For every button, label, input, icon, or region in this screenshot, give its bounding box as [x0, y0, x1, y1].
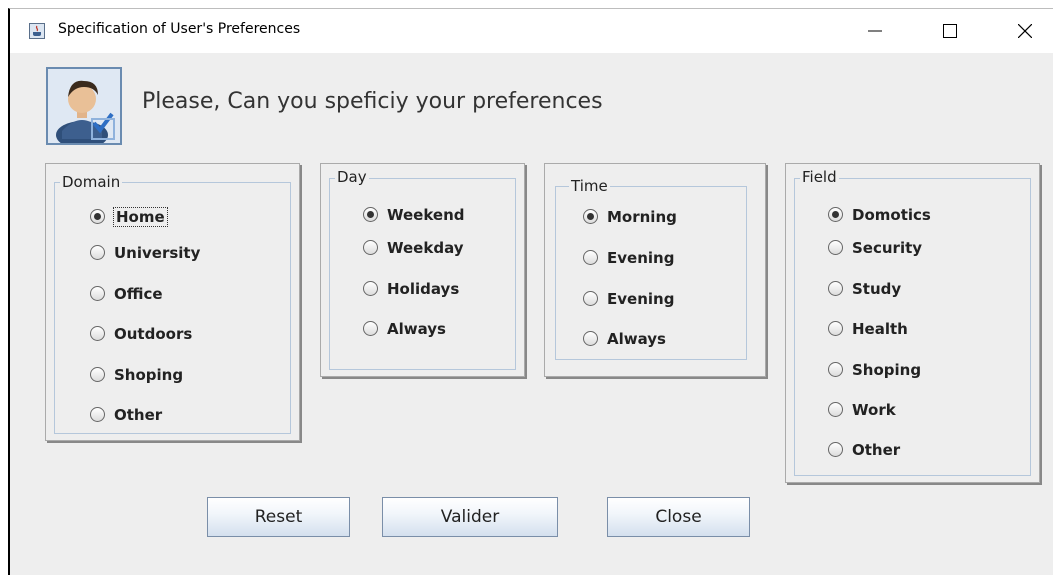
preferences-window: Specification of User's Preferences Plea…: [8, 8, 1053, 575]
radio-weekday[interactable]: Weekday: [363, 239, 464, 257]
radio-icon: [828, 442, 843, 457]
domain-legend: Domain: [60, 173, 123, 191]
minimize-button[interactable]: [850, 9, 900, 53]
radio-office[interactable]: Office: [90, 285, 163, 303]
radio-icon: [90, 326, 105, 341]
radio-icon: [363, 281, 378, 296]
reset-button[interactable]: Reset: [207, 497, 350, 537]
radio-morning[interactable]: Morning: [583, 208, 677, 226]
radio-selected-icon: [828, 207, 843, 222]
radio-icon: [828, 402, 843, 417]
radio-work[interactable]: Work: [828, 401, 896, 419]
radio-university[interactable]: University: [90, 244, 200, 262]
radio-icon: [363, 240, 378, 255]
time-legend: Time: [569, 177, 610, 195]
title-bar: Specification of User's Preferences: [10, 9, 1053, 53]
radio-icon: [90, 286, 105, 301]
close-icon: [1018, 24, 1032, 38]
radio-health[interactable]: Health: [828, 320, 908, 338]
radio-other-field[interactable]: Other: [828, 441, 900, 459]
java-icon: [29, 23, 45, 39]
radio-icon: [583, 291, 598, 306]
radio-always[interactable]: Always: [363, 320, 446, 338]
radio-holidays[interactable]: Holidays: [363, 280, 459, 298]
radio-evening[interactable]: Evening: [583, 249, 674, 267]
radio-icon: [828, 321, 843, 336]
close-dialog-button[interactable]: Close: [607, 497, 750, 537]
radio-weekend[interactable]: Weekend: [363, 206, 465, 224]
time-panel: Time Morning Evening Evening Always: [544, 163, 766, 377]
radio-icon: [828, 362, 843, 377]
radio-shoping-field[interactable]: Shoping: [828, 361, 921, 379]
radio-home[interactable]: Home: [90, 207, 168, 227]
user-check-icon: [46, 67, 122, 149]
radio-study[interactable]: Study: [828, 280, 901, 298]
radio-icon: [90, 407, 105, 422]
radio-domotics[interactable]: Domotics: [828, 206, 931, 224]
radio-other[interactable]: Other: [90, 406, 162, 424]
close-button[interactable]: [1000, 9, 1050, 53]
maximize-button[interactable]: [925, 9, 975, 53]
radio-icon: [90, 367, 105, 382]
day-panel: Day Weekend Weekday Holidays Always: [320, 163, 525, 377]
radio-always-time[interactable]: Always: [583, 330, 666, 348]
field-panel: Field Domotics Security Study Health Sho…: [785, 163, 1040, 483]
field-legend: Field: [800, 168, 839, 186]
radio-evening-2[interactable]: Evening: [583, 290, 674, 308]
day-legend: Day: [335, 168, 369, 186]
valider-button[interactable]: Valider: [382, 497, 558, 537]
radio-selected-icon: [90, 209, 105, 224]
radio-icon: [363, 321, 378, 336]
radio-icon: [828, 281, 843, 296]
domain-panel: Domain Home University Office Outdoors S…: [45, 163, 300, 441]
radio-shoping[interactable]: Shoping: [90, 366, 183, 384]
maximize-icon: [943, 24, 957, 38]
preferences-prompt: Please, Can you speficiy your preference…: [142, 89, 603, 114]
radio-icon: [828, 240, 843, 255]
radio-selected-icon: [363, 207, 378, 222]
radio-selected-icon: [583, 209, 598, 224]
radio-icon: [90, 245, 105, 260]
radio-icon: [583, 250, 598, 265]
minimize-icon: [868, 30, 882, 32]
radio-outdoors[interactable]: Outdoors: [90, 325, 192, 343]
radio-icon: [583, 331, 598, 346]
window-title: Specification of User's Preferences: [58, 21, 301, 37]
radio-security[interactable]: Security: [828, 239, 922, 257]
